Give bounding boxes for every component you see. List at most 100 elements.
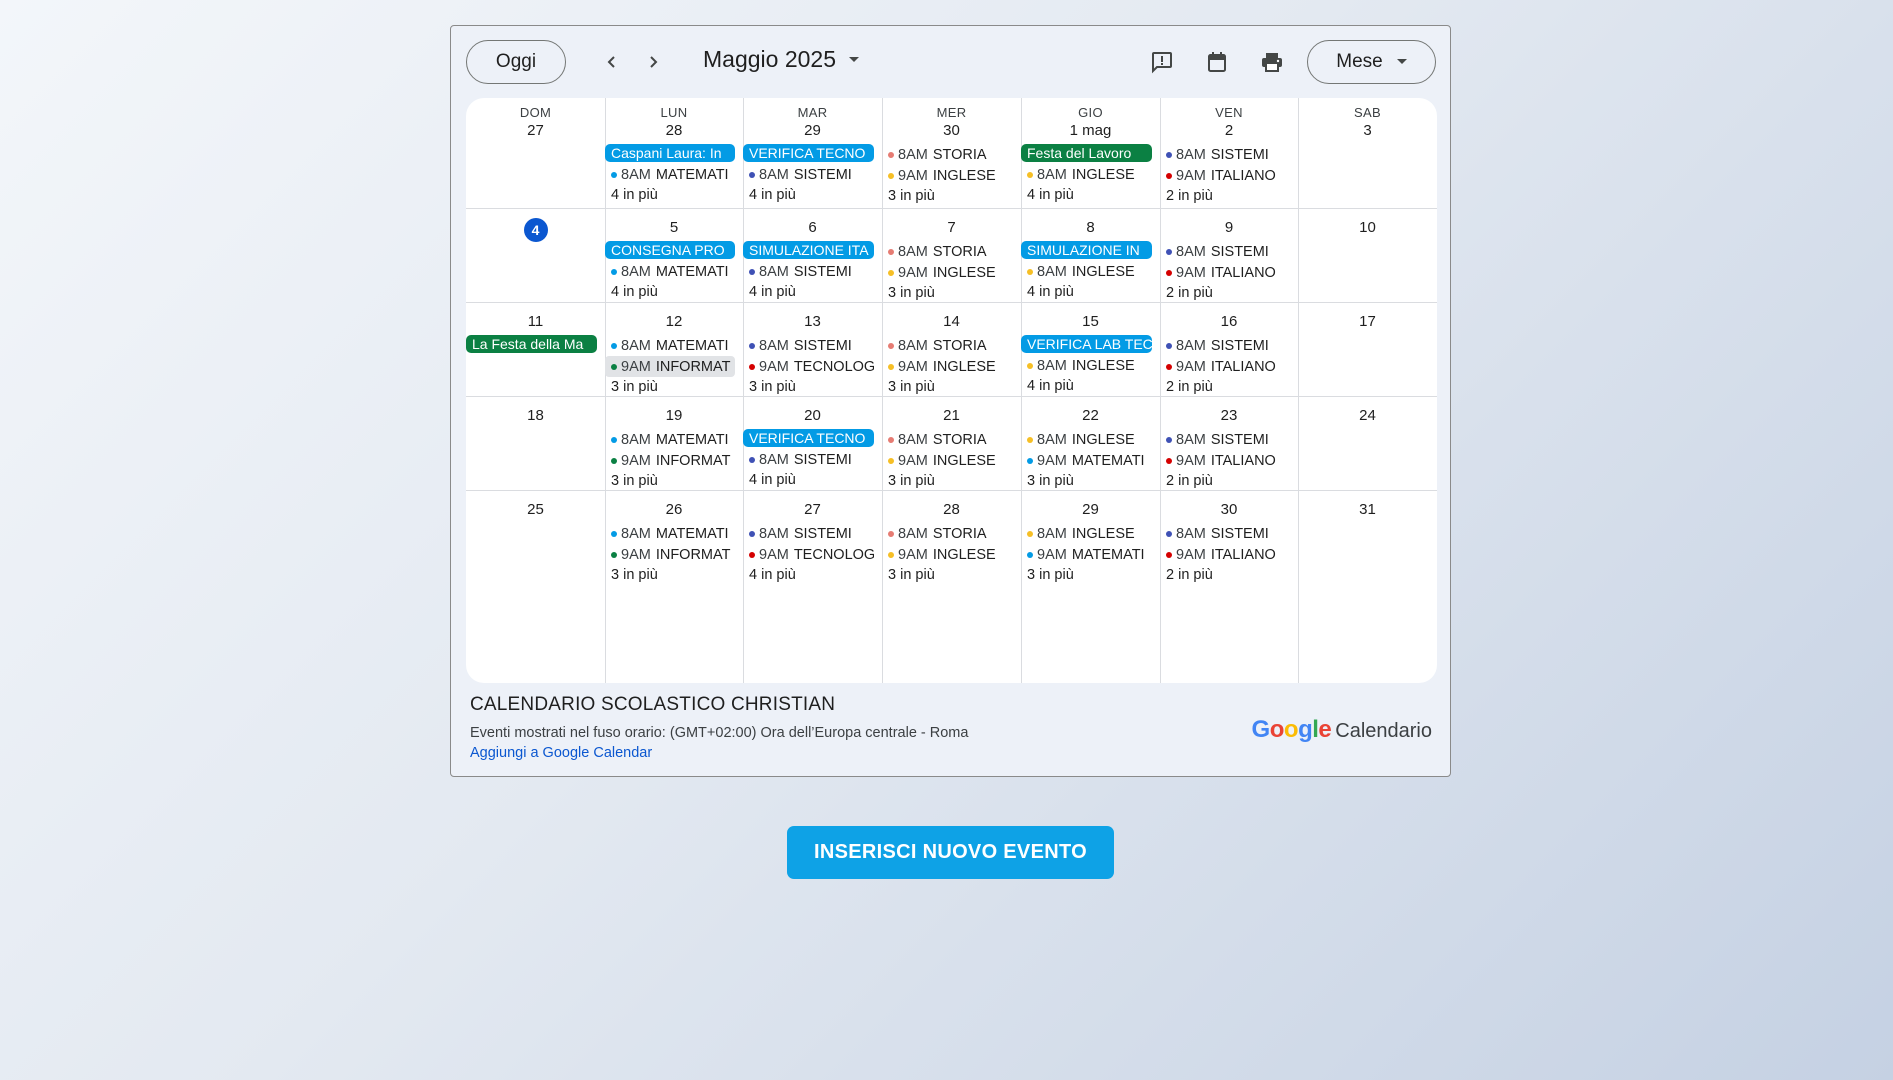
- day-number[interactable]: 31: [1298, 500, 1437, 520]
- day-number[interactable]: 7: [882, 218, 1021, 238]
- day-cell[interactable]: LUN 28 Caspani Laura: In 8AM MATEMATI 4 in pi…: [605, 98, 743, 208]
- all-day-event-chip[interactable]: VERIFICA LAB TEC: [1021, 335, 1152, 353]
- all-day-event-chip[interactable]: La Festa della Ma: [466, 335, 597, 353]
- day-cell[interactable]: MAR 29 VERIFICA TECNO 8AM SISTEMI 4 in più: [743, 98, 882, 208]
- timed-event[interactable]: 8AM INGLESE: [1021, 164, 1152, 185]
- day-cell[interactable]: 8 SIMULAZIONE IN 8AM INGLESE 4 in più: [1021, 208, 1160, 302]
- day-number[interactable]: 13: [743, 312, 882, 332]
- chevron-left-icon[interactable]: [600, 50, 624, 74]
- day-number[interactable]: 22: [1021, 406, 1160, 426]
- day-number[interactable]: 29: [743, 121, 882, 141]
- more-events-link[interactable]: 2 in più: [1160, 377, 1298, 396]
- timed-event[interactable]: 9AM INGLESE: [882, 262, 1013, 283]
- timed-event[interactable]: 9AM MATEMATI: [1021, 450, 1152, 471]
- print-icon[interactable]: [1258, 48, 1286, 76]
- day-cell[interactable]: VEN 2 8AM SISTEMI 9AM ITALIANO 2 in più: [1160, 98, 1298, 208]
- timed-event[interactable]: 9AM INGLESE: [882, 165, 1013, 186]
- day-number[interactable]: 21: [882, 406, 1021, 426]
- day-cell[interactable]: GIO 1 mag Festa del Lavoro 8AM INGLESE 4 in p…: [1021, 98, 1160, 208]
- more-events-link[interactable]: 3 in più: [882, 471, 1021, 490]
- timed-event[interactable]: 8AM SISTEMI: [743, 164, 874, 185]
- timed-event[interactable]: 8AM SISTEMI: [743, 261, 874, 282]
- today-button[interactable]: Oggi: [466, 40, 566, 84]
- day-number[interactable]: 2: [1160, 121, 1298, 141]
- day-cell[interactable]: 27 8AM SISTEMI 9AM TECNOLOG 4 in più: [743, 490, 882, 584]
- day-number[interactable]: 18: [466, 406, 605, 426]
- more-events-link[interactable]: 4 in più: [1021, 376, 1160, 396]
- timed-event[interactable]: 9AM ITALIANO: [1160, 450, 1290, 471]
- chevron-right-icon[interactable]: [641, 50, 665, 74]
- day-cell[interactable]: 18: [466, 396, 605, 490]
- timed-event[interactable]: 9AM INGLESE: [882, 544, 1013, 565]
- day-cell[interactable]: 31: [1298, 490, 1437, 584]
- day-cell[interactable]: 25: [466, 490, 605, 584]
- day-number[interactable]: 12: [605, 312, 743, 332]
- day-cell[interactable]: 6 SIMULAZIONE ITA 8AM SISTEMI 4 in più: [743, 208, 882, 302]
- timed-event[interactable]: 9AM TECNOLOG: [743, 544, 874, 565]
- more-events-link[interactable]: 3 in più: [605, 565, 743, 584]
- day-number[interactable]: 28: [605, 121, 743, 141]
- day-number[interactable]: 4: [523, 218, 548, 242]
- timed-event[interactable]: 8AM MATEMATI: [605, 429, 735, 450]
- timed-event[interactable]: 9AM ITALIANO: [1160, 356, 1290, 377]
- more-events-link[interactable]: 2 in più: [1160, 186, 1298, 207]
- day-cell[interactable]: 14 8AM STORIA 9AM INGLESE 3 in più: [882, 302, 1021, 396]
- day-cell[interactable]: 5 CONSEGNA PRO 8AM MATEMATI 4 in più: [605, 208, 743, 302]
- timed-event[interactable]: 8AM STORIA: [882, 144, 1013, 165]
- day-number[interactable]: 27: [466, 121, 605, 141]
- all-day-event-chip[interactable]: SIMULAZIONE IN: [1021, 241, 1152, 259]
- timed-event[interactable]: 8AM MATEMATI: [605, 164, 735, 185]
- more-events-link[interactable]: 4 in più: [743, 470, 882, 490]
- day-cell[interactable]: SAB 3: [1298, 98, 1437, 208]
- more-events-link[interactable]: 4 in più: [605, 282, 743, 302]
- more-events-link[interactable]: 3 in più: [605, 377, 743, 396]
- timed-event[interactable]: 8AM SISTEMI: [1160, 241, 1290, 262]
- day-number[interactable]: 30: [1160, 500, 1298, 520]
- day-number[interactable]: 3: [1298, 121, 1437, 141]
- day-cell[interactable]: 23 8AM SISTEMI 9AM ITALIANO 2 in più: [1160, 396, 1298, 490]
- day-number[interactable]: 11: [466, 312, 605, 332]
- timed-event[interactable]: 9AM ITALIANO: [1160, 544, 1290, 565]
- timed-event[interactable]: 9AM TECNOLOG: [743, 356, 874, 377]
- timed-event[interactable]: 8AM SISTEMI: [743, 523, 874, 544]
- more-events-link[interactable]: 3 in più: [882, 186, 1021, 207]
- timed-event[interactable]: 8AM SISTEMI: [1160, 144, 1290, 165]
- timed-event[interactable]: 8AM MATEMATI: [605, 523, 735, 544]
- day-number[interactable]: 6: [743, 218, 882, 238]
- day-cell[interactable]: DOM 27: [466, 98, 605, 208]
- day-number[interactable]: 19: [605, 406, 743, 426]
- timed-event[interactable]: 8AM INGLESE: [1021, 261, 1152, 282]
- day-number[interactable]: 24: [1298, 406, 1437, 426]
- day-number[interactable]: 10: [1298, 218, 1437, 238]
- day-cell[interactable]: MER 30 8AM STORIA 9AM INGLESE 3 in più: [882, 98, 1021, 208]
- day-number[interactable]: 29: [1021, 500, 1160, 520]
- timed-event[interactable]: 8AM SISTEMI: [1160, 429, 1290, 450]
- more-events-link[interactable]: 2 in più: [1160, 565, 1298, 584]
- day-cell[interactable]: 26 8AM MATEMATI 9AM INFORMAT 3 in più: [605, 490, 743, 584]
- month-title[interactable]: Maggio 2025: [703, 46, 860, 73]
- timed-event[interactable]: 8AM STORIA: [882, 335, 1013, 356]
- day-cell[interactable]: 29 8AM INGLESE 9AM MATEMATI 3 in più: [1021, 490, 1160, 584]
- day-number[interactable]: 1 mag: [1021, 121, 1160, 141]
- timed-event[interactable]: 8AM INGLESE: [1021, 355, 1152, 376]
- day-number[interactable]: 16: [1160, 312, 1298, 332]
- timed-event[interactable]: 9AM INFORMAT: [605, 356, 735, 377]
- feedback-icon[interactable]: [1148, 48, 1176, 76]
- view-selector-button[interactable]: Mese: [1307, 40, 1436, 84]
- day-cell[interactable]: 19 8AM MATEMATI 9AM INFORMAT 3 in più: [605, 396, 743, 490]
- day-cell[interactable]: 30 8AM SISTEMI 9AM ITALIANO 2 in più: [1160, 490, 1298, 584]
- day-cell[interactable]: 9 8AM SISTEMI 9AM ITALIANO 2 in più: [1160, 208, 1298, 302]
- day-number[interactable]: 28: [882, 500, 1021, 520]
- more-events-link[interactable]: 2 in più: [1160, 471, 1298, 490]
- more-events-link[interactable]: 2 in più: [1160, 283, 1298, 302]
- timed-event[interactable]: 8AM SISTEMI: [743, 335, 874, 356]
- timed-event[interactable]: 9AM MATEMATI: [1021, 544, 1152, 565]
- day-number[interactable]: 14: [882, 312, 1021, 332]
- day-cell[interactable]: 16 8AM SISTEMI 9AM ITALIANO 2 in più: [1160, 302, 1298, 396]
- google-calendar-logo[interactable]: Google Calendario: [1252, 716, 1432, 744]
- add-event-button[interactable]: INSERISCI NUOVO EVENTO: [787, 826, 1114, 879]
- more-events-link[interactable]: 3 in più: [743, 377, 882, 396]
- day-cell[interactable]: 24: [1298, 396, 1437, 490]
- timed-event[interactable]: 8AM STORIA: [882, 241, 1013, 262]
- day-cell[interactable]: 4: [466, 208, 605, 302]
